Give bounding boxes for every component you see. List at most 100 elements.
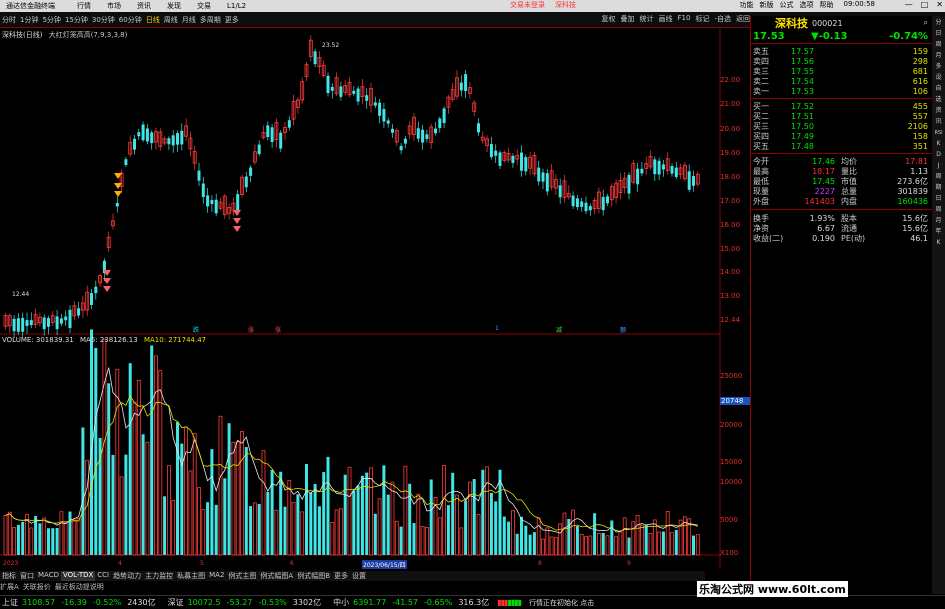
indicator-tab[interactable]: 趋势动力 bbox=[111, 571, 143, 581]
period-tab[interactable]: 1分钟 bbox=[20, 15, 38, 25]
candle-body bbox=[386, 120, 390, 124]
period-tab-active[interactable]: 日线 bbox=[146, 15, 160, 25]
candle-body bbox=[352, 90, 356, 94]
menu-market[interactable]: 市场 bbox=[107, 1, 121, 11]
menu-func[interactable]: 功能 bbox=[740, 0, 754, 12]
indicator-tab[interactable]: 私募主图 bbox=[175, 571, 207, 581]
tool-button[interactable]: -自选 bbox=[714, 14, 731, 26]
period-tab[interactable]: 更多 bbox=[225, 15, 239, 25]
menu-trade[interactable]: 交易 bbox=[197, 1, 211, 11]
close-icon[interactable]: ✕ bbox=[936, 0, 943, 12]
menu-help[interactable]: 帮助 bbox=[820, 0, 834, 12]
index-name[interactable]: 中小 bbox=[333, 597, 349, 608]
sidebar-button[interactable]: 月 bbox=[933, 217, 944, 225]
indicator-tab[interactable]: 例式幅图B bbox=[295, 571, 332, 581]
tool-button[interactable]: 画线 bbox=[659, 14, 673, 26]
menu-l2[interactable]: L1/L2 bbox=[227, 2, 246, 10]
volume-bar bbox=[21, 521, 25, 555]
menu-discover[interactable]: 发现 bbox=[167, 1, 181, 11]
related-quote-link[interactable]: 关联报价 bbox=[23, 582, 51, 592]
indicator-tab[interactable]: 窗口 bbox=[18, 571, 36, 581]
menu-options[interactable]: 选项 bbox=[800, 0, 814, 12]
volume-bar bbox=[201, 509, 206, 556]
tool-button[interactable]: 叠加 bbox=[621, 14, 635, 26]
sidebar-button[interactable]: 多 bbox=[933, 63, 944, 71]
period-tab[interactable]: 30分钟 bbox=[92, 15, 115, 25]
sidebar-button[interactable]: J bbox=[933, 162, 944, 170]
recent-explain-link[interactable]: 最近板动提说明 bbox=[55, 582, 104, 592]
tool-button[interactable]: 复权 bbox=[602, 14, 616, 26]
indicator-tab[interactable]: 主力监控 bbox=[143, 571, 175, 581]
menu-newver[interactable]: 新版 bbox=[760, 0, 774, 12]
period-tab[interactable]: 5分钟 bbox=[42, 15, 60, 25]
indicator-tab[interactable]: CCI bbox=[95, 571, 111, 581]
tool-button[interactable]: 标记 bbox=[695, 14, 709, 26]
search-icon[interactable]: ⌕ bbox=[924, 18, 928, 28]
expand-link[interactable]: 扩展A bbox=[0, 582, 19, 592]
indicator-tab[interactable]: 例式主图 bbox=[226, 571, 258, 581]
indicator-tab[interactable]: MA2 bbox=[207, 571, 226, 581]
sidebar-button[interactable]: 月 bbox=[933, 52, 944, 60]
tool-button[interactable]: 返回 bbox=[736, 14, 750, 26]
candle-body bbox=[90, 293, 93, 305]
candle-body bbox=[657, 160, 661, 175]
period-tab[interactable]: 月线 bbox=[182, 15, 196, 25]
volume-value: VOLUME: 301839.31 bbox=[2, 336, 74, 344]
sidebar-button[interactable]: 自 bbox=[933, 85, 944, 93]
quote-price-row: 17.53 ▼-0.13 -0.74% bbox=[751, 30, 932, 44]
sidebar-button[interactable]: K bbox=[933, 239, 944, 247]
sidebar-button[interactable]: 周 bbox=[933, 206, 944, 214]
indicator-tab[interactable]: 例式幅图A bbox=[258, 571, 295, 581]
volume-bar bbox=[317, 506, 321, 555]
menu-formula[interactable]: 公式 bbox=[780, 0, 794, 12]
tool-button[interactable]: F10 bbox=[678, 14, 691, 26]
sidebar-button[interactable]: D bbox=[933, 151, 944, 159]
sidebar-button[interactable]: K bbox=[933, 140, 944, 148]
volume-bar bbox=[575, 526, 579, 555]
period-tab[interactable]: 分时 bbox=[2, 15, 16, 25]
maximize-icon[interactable]: □ bbox=[921, 0, 929, 12]
sidebar-button[interactable]: 期 bbox=[933, 184, 944, 192]
candle-body bbox=[115, 202, 119, 207]
sidebar-button[interactable]: 资 bbox=[933, 107, 944, 115]
volume-bar bbox=[507, 521, 511, 555]
x-axis-label: 6 bbox=[290, 560, 294, 567]
index-name[interactable]: 上证 bbox=[2, 597, 18, 608]
candle-body bbox=[459, 82, 463, 91]
indicator-tab-selected[interactable]: VOL-TDX bbox=[60, 571, 96, 581]
kline-chart[interactable] bbox=[0, 28, 750, 568]
candle-body bbox=[313, 51, 317, 65]
period-tab[interactable]: 60分钟 bbox=[119, 15, 142, 25]
stock-link[interactable]: 深科技 bbox=[555, 0, 576, 12]
period-tab[interactable]: 周线 bbox=[164, 15, 178, 25]
indicator-tab[interactable]: 指标 bbox=[0, 571, 18, 581]
period-tab[interactable]: 15分钟 bbox=[65, 15, 88, 25]
x-axis-label: 2023 bbox=[3, 560, 19, 567]
sidebar-button[interactable]: 选 bbox=[933, 96, 944, 104]
level-price: 17.51 bbox=[791, 111, 814, 121]
candle-body bbox=[257, 144, 261, 155]
period-tab[interactable]: 多周期 bbox=[200, 15, 221, 25]
sidebar-button[interactable]: 周 bbox=[933, 173, 944, 181]
volume-bar bbox=[356, 485, 360, 555]
minimize-icon[interactable]: — bbox=[905, 0, 913, 12]
sidebar-button[interactable]: 分 bbox=[933, 19, 944, 27]
stat-row: 收益(二) 0.190 PE(动) 46.1 bbox=[751, 233, 932, 243]
menu-hq[interactable]: 行情 bbox=[77, 1, 91, 11]
sidebar-button[interactable]: 周 bbox=[933, 41, 944, 49]
sidebar-button[interactable]: 讯 bbox=[933, 118, 944, 126]
volume-bar bbox=[652, 519, 657, 556]
index-name[interactable]: 深证 bbox=[168, 597, 184, 608]
menu-news[interactable]: 资讯 bbox=[137, 1, 151, 11]
sidebar-button[interactable]: RSI bbox=[933, 129, 944, 137]
indicator-tab[interactable]: 设置 bbox=[350, 571, 368, 581]
sidebar-button[interactable]: 日 bbox=[933, 195, 944, 203]
indicator-tab[interactable]: MACD bbox=[36, 571, 61, 581]
sidebar-button[interactable]: 日 bbox=[933, 30, 944, 38]
trade-login-link[interactable]: 交易未登录 bbox=[510, 0, 545, 12]
indicator-tab[interactable]: 更多 bbox=[332, 571, 350, 581]
candle-body bbox=[494, 150, 498, 156]
tool-button[interactable]: 统计 bbox=[640, 14, 654, 26]
sidebar-button[interactable]: 年 bbox=[933, 228, 944, 236]
sidebar-button[interactable]: 设 bbox=[933, 74, 944, 82]
